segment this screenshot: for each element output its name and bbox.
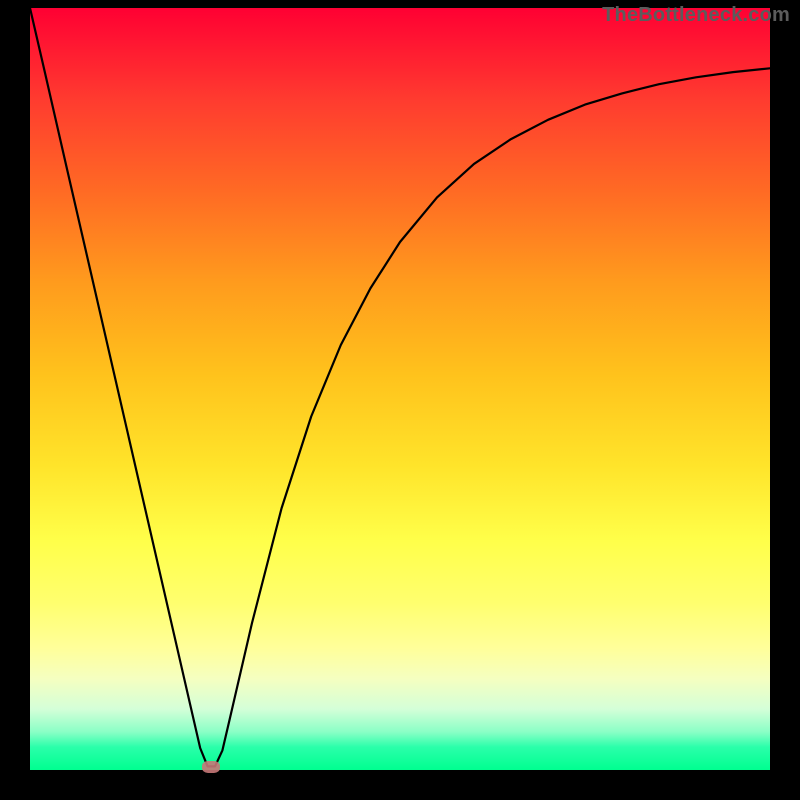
optimal-point-marker xyxy=(202,761,220,773)
chart-container: TheBottleneck.com xyxy=(0,0,800,800)
curve-path xyxy=(30,8,770,766)
plot-area xyxy=(30,8,770,770)
bottleneck-curve xyxy=(30,8,770,770)
